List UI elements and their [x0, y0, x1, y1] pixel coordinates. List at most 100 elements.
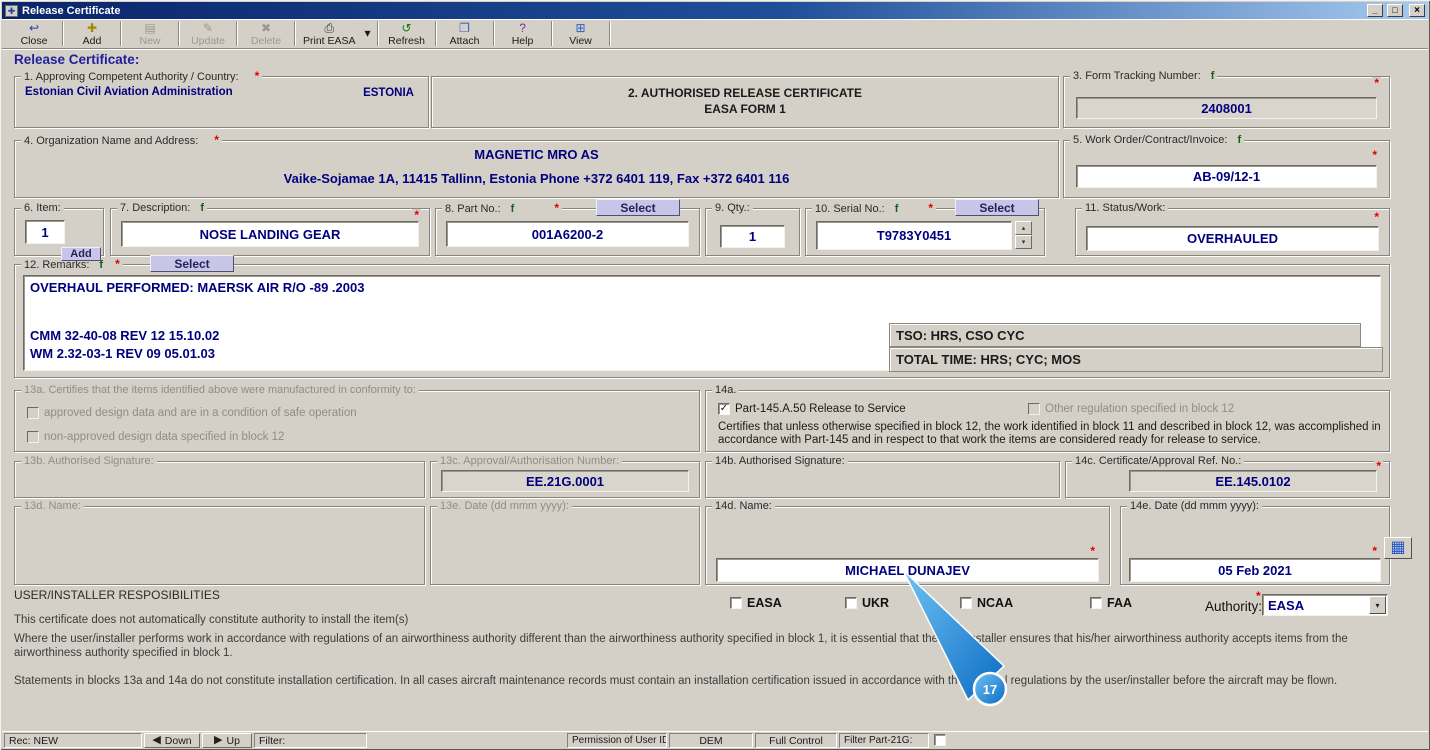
- block4-organization-group: 4. Organization Name and Address:* MAGNE…: [14, 140, 1059, 198]
- toolbar-attach-button[interactable]: ❐ Attach: [439, 20, 491, 48]
- toolbar-add-button[interactable]: ✚ Add: [66, 20, 118, 48]
- delete-icon: ✖: [261, 22, 271, 35]
- printer-icon: ⎙: [324, 22, 334, 35]
- toolbar-print-easa-button[interactable]: ⎙ Print EASA: [298, 20, 361, 48]
- ncaa-checkbox[interactable]: [960, 597, 972, 609]
- toolbar-close-button[interactable]: ↩ Close: [8, 20, 60, 48]
- ukr-checkbox-label: UKR: [862, 596, 889, 610]
- part145-release-checkbox[interactable]: ✓: [718, 403, 730, 415]
- user-installer-heading: USER/INSTALLER RESPOSIBILITIES: [14, 588, 220, 602]
- app-icon: ✚: [5, 5, 18, 17]
- block6-item-group: 6. Item: 1 Add: [14, 208, 104, 256]
- required-marker: *: [115, 257, 120, 271]
- new-document-icon: ▤: [144, 22, 155, 35]
- close-window-button[interactable]: ×: [1409, 4, 1425, 17]
- toolbar-help-label: Help: [512, 35, 534, 47]
- block8-label: 8. Part No.:: [445, 203, 501, 215]
- qty-field[interactable]: 1: [720, 225, 785, 248]
- spinner-up-button[interactable]: ▴: [1015, 221, 1032, 235]
- block13d-name-group: 13d. Name:: [14, 506, 425, 585]
- faa-checkbox[interactable]: [1090, 597, 1102, 609]
- minimize-button[interactable]: _: [1367, 4, 1383, 17]
- block11-status-work-group: 11. Status/Work: * OVERHAULED: [1075, 208, 1390, 256]
- title-bar[interactable]: ✚ Release Certificate _ □ ×: [2, 2, 1428, 19]
- block14c-label: 14c. Certificate/Approval Ref. No.:: [1075, 455, 1241, 467]
- certificate-note: This certificate does not automatically …: [14, 613, 408, 627]
- chevron-down-icon: ▾: [1375, 601, 1379, 610]
- toolbar-separator: [377, 21, 379, 46]
- calendar-button[interactable]: ▦: [1384, 537, 1412, 559]
- record-up-button[interactable]: ▶ Up: [202, 733, 252, 748]
- filter-marker: f: [1211, 70, 1215, 82]
- filter-part21g-checkbox[interactable]: [934, 734, 946, 746]
- toolbar-delete-button[interactable]: ✖ Delete: [240, 20, 292, 48]
- toolbar-refresh-label: Refresh: [388, 35, 425, 47]
- attach-icon: ❐: [459, 22, 470, 35]
- page-title: Release Certificate:: [14, 52, 139, 67]
- authority-value: EASA: [1263, 598, 1369, 613]
- easa-checkbox-label: EASA: [747, 596, 782, 610]
- required-marker: *: [1088, 545, 1097, 557]
- block14a-label: 14a.: [715, 384, 736, 396]
- part-no-field[interactable]: 001A6200-2: [446, 221, 689, 247]
- tso-info-box: TSO: HRS, CSO CYC: [889, 323, 1361, 347]
- certificate-date-field[interactable]: 05 Feb 2021: [1129, 558, 1381, 582]
- item-number-field[interactable]: 1: [25, 220, 65, 244]
- remarks-line-1: OVERHAUL PERFORMED: MAERSK AIR R/O -89 .…: [30, 280, 364, 295]
- filter-part21g-label: Filter Part-21G:: [839, 733, 929, 748]
- non-approved-design-label: non-approved design data specified in bl…: [44, 431, 284, 443]
- faa-checkbox-label: FAA: [1107, 596, 1132, 610]
- status-bar: Rec: NEW ◀ Down ▶ Up Filter: Permission …: [2, 731, 1428, 748]
- refresh-icon: ↺: [402, 22, 412, 35]
- toolbar-update-button[interactable]: ✎ Update: [182, 20, 234, 48]
- add-item-button[interactable]: Add: [61, 247, 101, 261]
- required-marker: *: [214, 133, 219, 147]
- spinner-down-button[interactable]: ▾: [1015, 235, 1032, 249]
- block1-approving-authority-group: 1. Approving Competent Authority / Count…: [14, 76, 429, 128]
- authority-dropdown-button[interactable]: ▾: [1369, 596, 1386, 614]
- toolbar-view-button[interactable]: ⊞ View: [555, 20, 607, 48]
- toolbar-separator: [120, 21, 122, 46]
- user-installer-note-2: Statements in blocks 13a and 14a do not …: [14, 674, 1344, 688]
- approval-number-field: EE.21G.0001: [441, 470, 689, 492]
- arrow-right-icon: ▶: [214, 735, 222, 746]
- block5-work-order-group: 5. Work Order/Contract/Invoice:f * AB-09…: [1063, 140, 1390, 198]
- block1-label: 1. Approving Competent Authority / Count…: [24, 71, 239, 83]
- ukr-checkbox[interactable]: [845, 597, 857, 609]
- description-field[interactable]: NOSE LANDING GEAR: [121, 221, 419, 247]
- serial-no-select-button[interactable]: Select: [955, 199, 1039, 216]
- toolbar-refresh-button[interactable]: ↺ Refresh: [381, 20, 433, 48]
- filter-marker: f: [511, 203, 515, 215]
- serial-no-field[interactable]: T9783Y0451: [816, 221, 1012, 250]
- permission-level: Full Control: [755, 733, 837, 748]
- print-easa-dropdown-button[interactable]: ▾: [361, 20, 375, 48]
- block3-form-tracking-group: 3. Form Tracking Number:f * 2408001: [1063, 76, 1390, 128]
- maximize-button[interactable]: □: [1387, 4, 1403, 17]
- approving-authority-value: Estonian Civil Aviation Administration: [25, 86, 233, 98]
- authority-combobox[interactable]: EASA ▾: [1262, 594, 1388, 616]
- block7-description-group: 7. Description:f * NOSE LANDING GEAR: [110, 208, 430, 256]
- ncaa-checkbox-label: NCAA: [977, 596, 1013, 610]
- filter-marker: f: [200, 202, 204, 214]
- authorised-name-field[interactable]: MICHAEL DUNAJEV: [716, 558, 1099, 582]
- status-work-field[interactable]: OVERHAULED: [1086, 226, 1379, 251]
- record-down-button[interactable]: ◀ Down: [144, 733, 200, 748]
- block7-label: 7. Description:: [120, 202, 190, 214]
- block12-remarks-group: 12. Remarks:f* Select OVERHAUL PERFORMED…: [14, 264, 1390, 378]
- toolbar-separator: [294, 21, 296, 46]
- toolbar-separator: [493, 21, 495, 46]
- toolbar-new-button[interactable]: ▤ New: [124, 20, 176, 48]
- easa-checkbox[interactable]: [730, 597, 742, 609]
- block9-label: 9. Qty.:: [715, 202, 750, 214]
- non-approved-design-checkbox: [27, 431, 39, 443]
- work-order-field[interactable]: AB-09/12-1: [1076, 165, 1377, 188]
- remarks-select-button[interactable]: Select: [150, 255, 234, 272]
- remarks-line-2: CMM 32-40-08 REV 12 15.10.02: [30, 328, 219, 343]
- block5-label: 5. Work Order/Contract/Invoice:: [1073, 134, 1227, 146]
- plus-icon: ✚: [87, 22, 97, 35]
- part-no-select-button[interactable]: Select: [596, 199, 680, 216]
- toolbar-delete-label: Delete: [251, 35, 281, 47]
- other-regulation-checkbox: [1028, 403, 1040, 415]
- filter-field[interactable]: Filter:: [254, 733, 367, 748]
- toolbar-help-button[interactable]: ? Help: [497, 20, 549, 48]
